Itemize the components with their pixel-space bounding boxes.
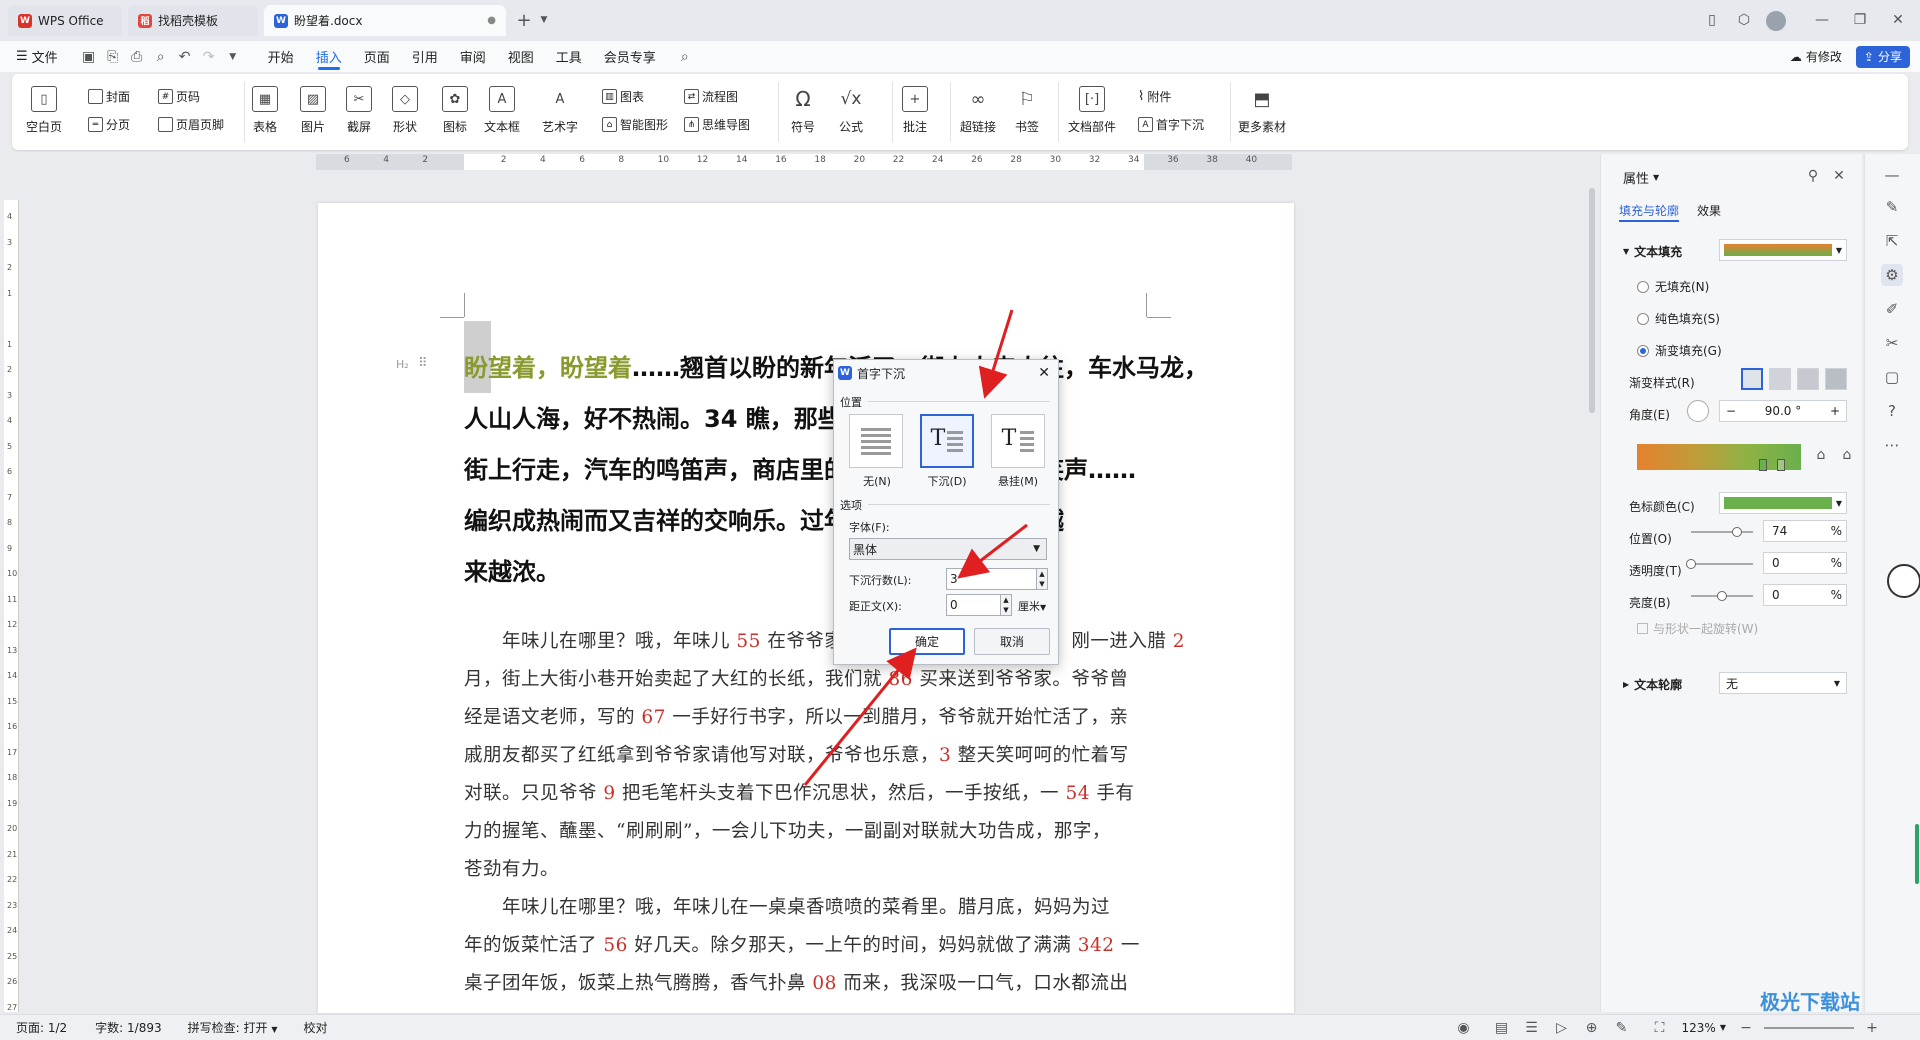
play-icon[interactable]: ▷ bbox=[1550, 1016, 1574, 1040]
gradient-stop-handle[interactable] bbox=[1777, 459, 1785, 471]
slider-thumb[interactable] bbox=[1731, 527, 1742, 537]
book-icon[interactable]: ▢ bbox=[1881, 366, 1903, 388]
zoom-slider[interactable] bbox=[1764, 1026, 1854, 1029]
stop-color-label: 色标颜色(C) bbox=[1629, 500, 1695, 514]
position-input[interactable]: 74% bbox=[1763, 520, 1847, 542]
page-view-icon[interactable]: ▤ bbox=[1490, 1016, 1514, 1040]
assistant-icon[interactable] bbox=[1887, 564, 1920, 598]
brightness-label: 亮度(B) bbox=[1629, 596, 1671, 610]
brightness-input[interactable]: 0% bbox=[1763, 584, 1847, 606]
angle-input[interactable]: −90.0 ° + bbox=[1719, 400, 1847, 422]
brightness-slider[interactable] bbox=[1691, 591, 1753, 601]
position-label: 位置(O) bbox=[1629, 532, 1672, 546]
rotate-with-shape-checkbox[interactable]: 与形状一起旋转(W) bbox=[1637, 620, 1758, 637]
arrow-to-lines-input bbox=[957, 523, 1028, 579]
angle-label: 角度(E) bbox=[1629, 408, 1670, 422]
stop-color-picker[interactable]: ▼ bbox=[1719, 492, 1847, 514]
plus-icon[interactable]: + bbox=[1824, 404, 1846, 418]
gradient-style-label: 渐变样式(R) bbox=[1629, 376, 1695, 390]
properties-panel: 属性 ▼ ⚲ ✕ 填充与轮廓 效果 ▼ 文本填充 ▼ 无填充(N) 纯色填充(S) … bbox=[1600, 154, 1862, 1012]
gradient-stop-handle[interactable] bbox=[1759, 459, 1767, 471]
solid-fill-radio[interactable]: 纯色填充(S) bbox=[1637, 310, 1720, 327]
edit-icon[interactable]: ✐ bbox=[1881, 298, 1903, 320]
gradient-style-radial[interactable] bbox=[1769, 368, 1791, 390]
chevron-down-icon: ▼ bbox=[1653, 173, 1660, 182]
spell-check-toggle[interactable]: 拼写检查: 打开 ▼ bbox=[188, 1019, 278, 1036]
panel-close-icon[interactable]: ✕ bbox=[1827, 164, 1851, 188]
page-indicator[interactable]: 页面: 1/2 bbox=[16, 1019, 67, 1036]
outline-view-icon[interactable]: ☰ bbox=[1520, 1016, 1544, 1040]
web-view-icon[interactable]: ⊕ bbox=[1580, 1016, 1604, 1040]
transparency-slider[interactable] bbox=[1686, 559, 1753, 569]
watermark-logo: 极光下载站 bbox=[1760, 990, 1860, 1014]
select-icon[interactable]: ⇱ bbox=[1881, 230, 1903, 252]
gradient-style-linear[interactable] bbox=[1741, 368, 1763, 390]
chevron-down-icon: ▼ bbox=[1623, 247, 1630, 256]
gradient-style-rect[interactable] bbox=[1797, 368, 1819, 390]
tab-effect[interactable]: 效果 bbox=[1697, 202, 1721, 219]
properties-icon[interactable]: ⚙ bbox=[1881, 264, 1903, 286]
proofread-button[interactable]: 校对 bbox=[303, 1019, 327, 1036]
collapse-icon[interactable]: — bbox=[1881, 164, 1903, 186]
more-icon[interactable]: ⋯ bbox=[1881, 434, 1903, 456]
green-indicator bbox=[1915, 824, 1919, 884]
slider-thumb[interactable] bbox=[1717, 591, 1727, 601]
zoom-level[interactable]: 123% bbox=[1682, 1021, 1716, 1035]
no-fill-radio[interactable]: 无填充(N) bbox=[1637, 278, 1709, 295]
zoom-in-icon[interactable]: + bbox=[1860, 1016, 1884, 1040]
fit-icon[interactable]: ⛶ bbox=[1648, 1016, 1672, 1040]
slider-thumb[interactable] bbox=[1686, 559, 1696, 569]
pen-icon[interactable]: ✎ bbox=[1881, 196, 1903, 218]
zoom-out-icon[interactable]: − bbox=[1734, 1016, 1758, 1040]
minus-icon[interactable]: − bbox=[1720, 404, 1742, 418]
arrow-to-drop-option bbox=[978, 309, 1014, 399]
tab-fill-outline[interactable]: 填充与轮廓 bbox=[1619, 202, 1679, 219]
panel-title[interactable]: 属性 ▼ bbox=[1623, 168, 1659, 187]
chevron-down-icon: ▼ bbox=[1835, 498, 1842, 508]
eye-icon[interactable]: ◉ bbox=[1452, 1016, 1476, 1040]
chevron-right-icon: ▶ bbox=[1623, 680, 1630, 689]
text-outline-header[interactable]: ▶ 文本轮廓 bbox=[1623, 676, 1682, 693]
help-icon[interactable]: ? bbox=[1881, 400, 1903, 422]
gradient-fill-radio[interactable]: 渐变填充(G) bbox=[1637, 342, 1722, 359]
text-outline-select[interactable]: 无 ▼ bbox=[1719, 672, 1847, 694]
angle-dial[interactable] bbox=[1687, 400, 1709, 422]
word-count[interactable]: 字数: 1/893 bbox=[95, 1019, 161, 1036]
chevron-down-icon: ▼ bbox=[271, 1025, 278, 1034]
text-fill-header[interactable]: ▼ 文本填充 bbox=[1623, 243, 1682, 260]
chevron-down-icon: ▼ bbox=[1833, 678, 1840, 688]
add-stop-icon[interactable]: ⌂ bbox=[1809, 443, 1833, 467]
remove-stop-icon[interactable]: ⌂ bbox=[1835, 443, 1859, 467]
pen-view-icon[interactable]: ✎ bbox=[1610, 1016, 1634, 1040]
chevron-down-icon: ▼ bbox=[1835, 245, 1842, 255]
arrow-to-ok-button bbox=[803, 647, 917, 786]
position-slider[interactable] bbox=[1691, 527, 1753, 537]
right-sidebar: — ✎ ⇱ ⚙ ✐ ✂ ▢ ? ⋯ bbox=[1864, 154, 1920, 1012]
transparency-input[interactable]: 0% bbox=[1763, 552, 1847, 574]
text-fill-color-picker[interactable]: ▼ bbox=[1719, 239, 1847, 261]
chevron-down-icon[interactable]: ▼ bbox=[1720, 1023, 1726, 1032]
tools-icon[interactable]: ✂ bbox=[1881, 332, 1903, 354]
transparency-label: 透明度(T) bbox=[1629, 564, 1682, 578]
status-bar: 页面: 1/2 字数: 1/893 拼写检查: 打开 ▼ 校对 ◉ ▤ ☰ ▷ … bbox=[0, 1014, 1920, 1040]
gradient-style-path[interactable] bbox=[1825, 368, 1847, 390]
pin-icon[interactable]: ⚲ bbox=[1801, 164, 1825, 188]
